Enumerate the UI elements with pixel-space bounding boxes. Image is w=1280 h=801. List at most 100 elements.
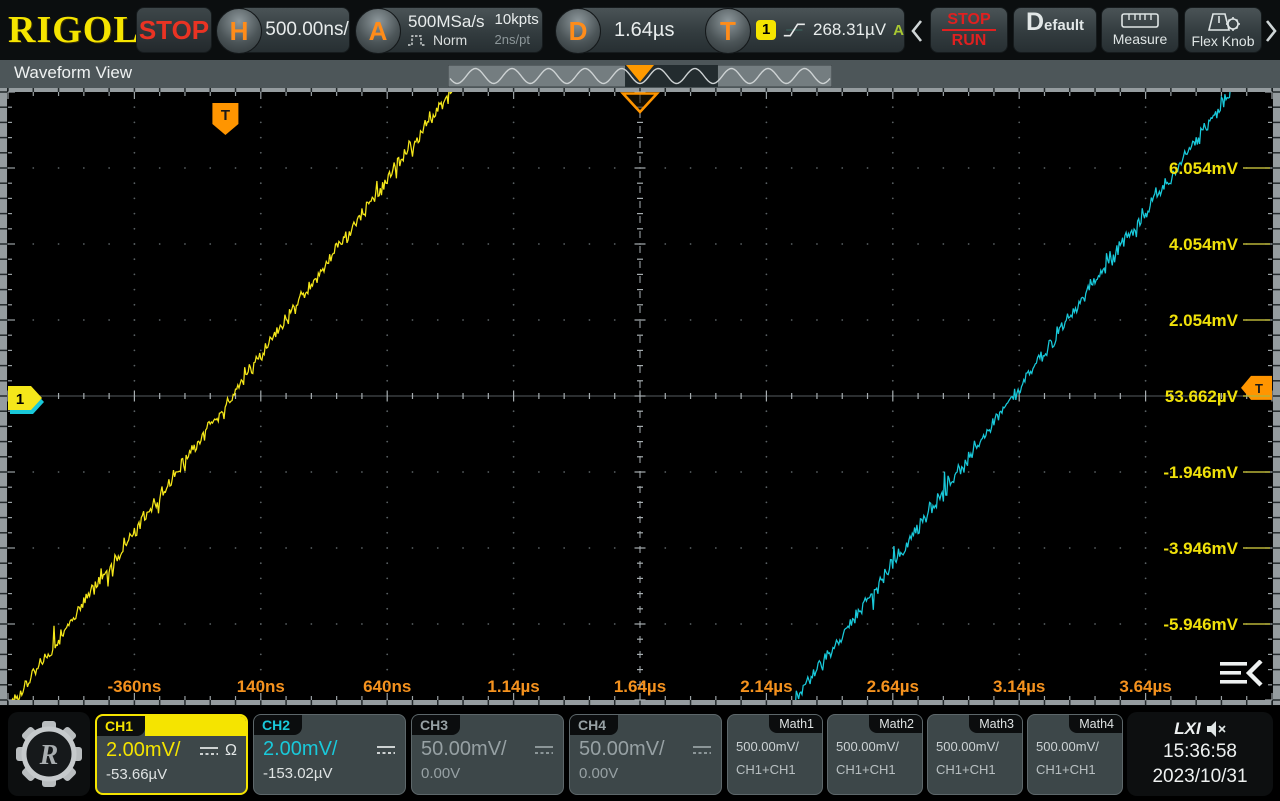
voltage-tick-label: 4.054mV [1169, 235, 1238, 255]
flex-knob-icon [1205, 12, 1241, 31]
time-tick-label: 2.64µs [848, 677, 938, 697]
math-scale: 500.00mV/ [828, 733, 922, 754]
channel-offset: -153.02µV [254, 761, 405, 782]
svg-text:T: T [1255, 381, 1263, 396]
channel-offset: 0.00V [412, 761, 563, 782]
math-card-math3[interactable]: Math3 500.00mV/ CH1+CH1 [927, 714, 1023, 795]
run-stop-run-label: RUN [952, 32, 987, 49]
flex-knob-label: Flex Knob [1191, 33, 1254, 49]
time-tick-label: 3.64µs [1101, 677, 1191, 697]
math-expression: CH1+CH1 [728, 754, 822, 777]
trigger-panel[interactable]: 1 268.31µV A [727, 7, 905, 53]
oscilloscope-graticule: 1 T T [0, 88, 1280, 706]
time-tick-label: 1.64µs [595, 677, 685, 697]
channel-card-ch4[interactable]: CH4 50.00mV/ 0.00V [569, 714, 722, 795]
flex-knob-button[interactable]: Flex Knob [1184, 7, 1262, 53]
trigger-source-badge: 1 [756, 20, 776, 40]
channel-card-ch2[interactable]: CH2 2.00mV/ -153.02µV [253, 714, 406, 795]
toolbar-collapse-left-icon[interactable] [910, 19, 924, 43]
channel-scale: 50.00mV/ [421, 738, 507, 761]
math-scale: 500.00mV/ [928, 733, 1022, 754]
acquisition-status-badge[interactable]: STOP [136, 7, 212, 53]
math-card-math2[interactable]: Math2 500.00mV/ CH1+CH1 [827, 714, 923, 795]
rigol-gear-logo-button[interactable]: R [8, 712, 90, 796]
dc-coupling-icon [376, 744, 396, 756]
math-expression: CH1+CH1 [928, 754, 1022, 777]
run-stop-stop-label: STOP [947, 11, 990, 28]
voltage-tick-label: 6.054mV [1169, 159, 1238, 179]
channel-scale: 2.00mV/ [263, 738, 337, 761]
math-tab-label: Math1 [769, 715, 822, 733]
math-expression: CH1+CH1 [828, 754, 922, 777]
voltage-tick-label: 53.662µV [1165, 387, 1238, 407]
acquisition-knob[interactable]: A [355, 8, 401, 54]
math-card-math4[interactable]: Math4 500.00mV/ CH1+CH1 [1027, 714, 1123, 795]
results-menu-collapse-icon[interactable] [1220, 660, 1266, 690]
math-tab-label: Math2 [869, 715, 922, 733]
bottom-status-bar: R CH1 2.00mV/ Ω -53.66µV CH2 2.00mV/ [0, 706, 1280, 800]
trigger-sweep-mode: A [893, 22, 904, 39]
waveform-view-titlebar: Waveform View [0, 60, 1280, 88]
time-tick-label: 140ns [216, 677, 306, 697]
sample-resolution: 2ns/pt [495, 30, 539, 50]
math-scale: 500.00mV/ [1028, 733, 1122, 754]
clock-panel[interactable]: LXI 15:36:58 2023/10/31 [1127, 712, 1273, 796]
horizontal-knob[interactable]: H [216, 8, 262, 54]
math-card-math1[interactable]: Math1 500.00mV/ CH1+CH1 [727, 714, 823, 795]
time-tick-label: 3.14µs [974, 677, 1064, 697]
sample-rate: 500MSa/s [408, 12, 485, 32]
dc-coupling-icon [692, 744, 712, 756]
channel-card-ch3[interactable]: CH3 50.00mV/ 0.00V [411, 714, 564, 795]
delay-value: 1.64µs [614, 19, 674, 42]
system-time: 15:36:58 [1127, 739, 1273, 764]
dc-coupling-icon [199, 745, 219, 757]
waveform-view-title: Waveform View [14, 63, 132, 83]
channel-active-bar [145, 716, 246, 736]
run-stop-button[interactable]: STOP RUN [930, 7, 1008, 53]
svg-text:1: 1 [16, 391, 24, 408]
time-tick-label: 2.14µs [721, 677, 811, 697]
impedance-indicator: Ω [225, 742, 237, 760]
math-expression: CH1+CH1 [1028, 754, 1122, 777]
gear-icon: R [8, 712, 90, 796]
system-date: 2023/10/31 [1127, 764, 1273, 789]
measure-button[interactable]: Measure [1101, 7, 1179, 53]
channel-tab-label: CH4 [570, 715, 618, 735]
acquisition-mode: Norm [433, 32, 467, 48]
svg-text:T: T [221, 107, 230, 124]
memory-depth: 10kpts [495, 10, 539, 30]
math-scale: 500.00mV/ [728, 733, 822, 754]
time-tick-label: -360ns [89, 677, 179, 697]
math-tab-label: Math4 [1069, 715, 1122, 733]
acquisition-panel[interactable]: 500MSa/s Norm 10kpts 2ns/pt [377, 7, 543, 53]
channel-tab-label: CH1 [97, 716, 145, 736]
delay-knob[interactable]: D [555, 8, 601, 54]
voltage-tick-label: -3.946mV [1163, 539, 1238, 559]
voltage-tick-label: 2.054mV [1169, 311, 1238, 331]
measure-label: Measure [1113, 31, 1167, 47]
speaker-muted-icon [1207, 721, 1226, 737]
dc-coupling-icon [534, 744, 554, 756]
channel-card-ch1[interactable]: CH1 2.00mV/ Ω -53.66µV [95, 714, 248, 795]
voltage-tick-label: -1.946mV [1163, 463, 1238, 483]
channel-tab-label: CH2 [254, 715, 302, 735]
time-tick-label: 1.14µs [469, 677, 559, 697]
trigger-knob[interactable]: T [705, 8, 751, 54]
rigol-logo: RIGOL [8, 8, 140, 52]
top-toolbar: RIGOL STOP H 500.00ns/ A 500MSa/s Norm 1… [0, 0, 1280, 60]
pulse-icon [408, 33, 428, 47]
lxi-status: LXI [1174, 719, 1200, 739]
channel-scale: 2.00mV/ [106, 739, 180, 762]
rising-edge-icon [783, 19, 806, 41]
channel-tab-label: CH3 [412, 715, 460, 735]
ruler-icon [1121, 13, 1159, 28]
channel-scale: 50.00mV/ [579, 738, 665, 761]
voltage-tick-label: -5.946mV [1163, 615, 1238, 635]
default-button[interactable]: Default [1013, 7, 1097, 53]
math-tab-label: Math3 [969, 715, 1022, 733]
time-tick-label: 640ns [342, 677, 432, 697]
channel-offset: -53.66µV [97, 762, 246, 783]
run-stop-divider [942, 29, 996, 31]
toolbar-expand-right-icon[interactable] [1264, 19, 1278, 43]
record-preview-strip[interactable] [448, 65, 832, 87]
